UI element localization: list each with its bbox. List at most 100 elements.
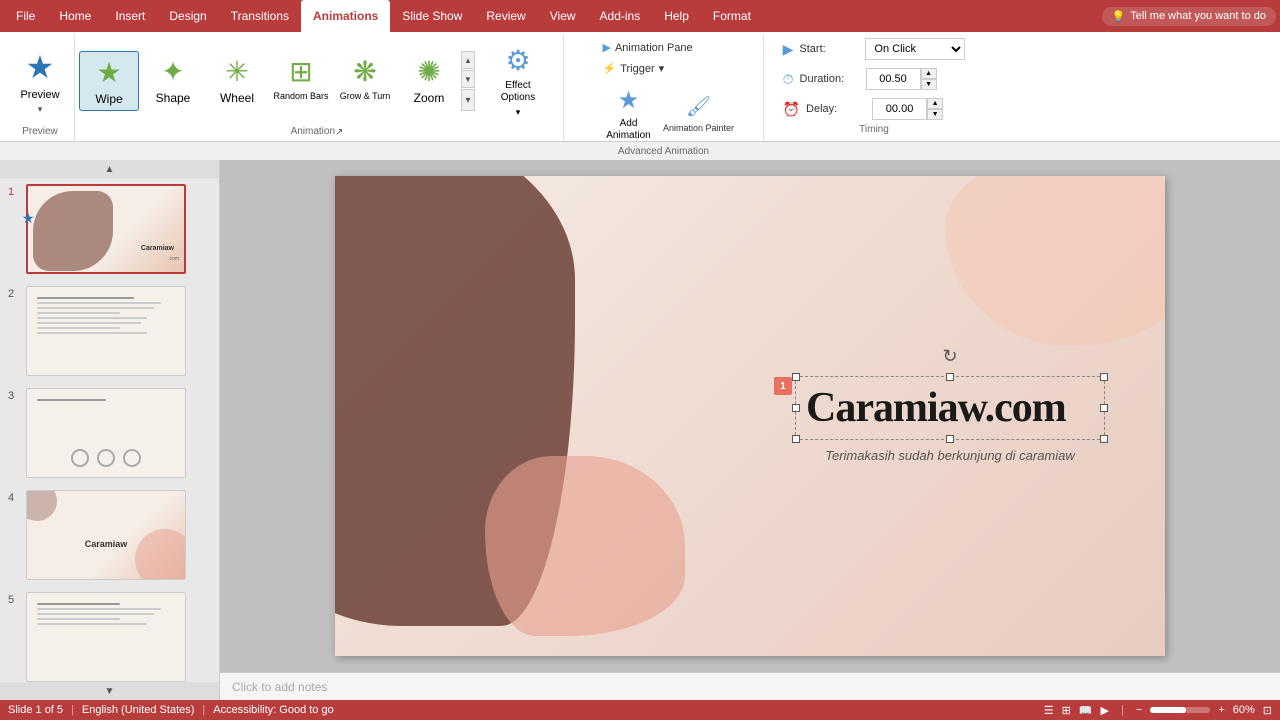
status-view-normal[interactable]: ☰: [1044, 704, 1054, 717]
animation-expand-icon[interactable]: ↗: [335, 127, 343, 138]
trigger-icon: ⚡: [603, 62, 617, 75]
animation-pane-button[interactable]: ▶ Animation Pane: [597, 38, 731, 57]
slide-num-1: 1: [8, 184, 20, 198]
delay-spin-up[interactable]: ▲: [927, 98, 943, 109]
slide-item-5[interactable]: 5: [0, 586, 219, 682]
handle-middle-left[interactable]: [792, 404, 800, 412]
timing-delay-input[interactable]: [872, 98, 927, 120]
tab-file[interactable]: File: [4, 0, 47, 32]
slide-canvas[interactable]: ↻ 1 Caramiaw.com: [335, 176, 1165, 656]
gallery-scroll-expand[interactable]: ▾: [461, 89, 475, 111]
slide-thumb-4: Caramiaw: [26, 490, 186, 580]
handle-bottom-middle[interactable]: [946, 435, 954, 443]
tab-home[interactable]: Home: [47, 0, 103, 32]
anim-label-shape: Shape: [156, 91, 191, 105]
group-label-preview: Preview: [22, 126, 58, 139]
slide-panel: ▲ 1 Caramiaw .com ★ 2: [0, 160, 220, 700]
status-fit-slide[interactable]: ⊡: [1263, 704, 1272, 717]
slide1-star-badge: ★: [22, 210, 35, 227]
delay-clock-icon: ⏰: [783, 101, 800, 118]
growturn-icon: ❋: [353, 55, 376, 88]
handle-middle-right[interactable]: [1100, 404, 1108, 412]
gallery-scroll-up[interactable]: ▲: [461, 51, 475, 69]
status-zoom-level: 60%: [1233, 704, 1255, 716]
slide-item-1[interactable]: 1 Caramiaw .com ★: [0, 178, 219, 280]
duration-spin-down[interactable]: ▼: [921, 79, 937, 90]
handle-bottom-right[interactable]: [1100, 435, 1108, 443]
handle-top-middle[interactable]: [946, 373, 954, 381]
preview-star-icon: ★: [26, 48, 55, 86]
thumb3-circle-1: [71, 449, 89, 467]
slide-main-title[interactable]: Caramiaw.com: [806, 387, 1094, 429]
duration-spin-up[interactable]: ▲: [921, 68, 937, 79]
slide-shape-pink: [485, 456, 685, 636]
preview-button[interactable]: ★ Preview ▾: [12, 44, 68, 119]
tab-slideshow[interactable]: Slide Show: [390, 0, 474, 32]
shape-icon: ✦: [161, 55, 184, 88]
tab-help[interactable]: Help: [652, 0, 701, 32]
ribbon-group-timing: ▶ Start: On Click With Previous After Pr…: [764, 34, 984, 141]
status-view-reading[interactable]: 📖: [1079, 704, 1093, 717]
ribbon-group-advanced: ▶ Animation Pane ⚡ Trigger ▾ ★ AddAnimat…: [564, 34, 764, 141]
anim-item-wipe[interactable]: ★ Wipe: [79, 51, 139, 111]
trigger-button[interactable]: ⚡ Trigger ▾: [597, 59, 731, 78]
canvas-column: ↻ 1 Caramiaw.com: [220, 160, 1280, 700]
handle-bottom-left[interactable]: [792, 435, 800, 443]
anim-item-growturn[interactable]: ❋ Grow & Turn: [335, 51, 395, 111]
slide-item-4[interactable]: 4 Caramiaw: [0, 484, 219, 586]
tab-format[interactable]: Format: [701, 0, 763, 32]
handle-top-left[interactable]: [792, 373, 800, 381]
tab-transitions[interactable]: Transitions: [219, 0, 301, 32]
slide1-title: Caramiaw: [141, 245, 174, 252]
selected-textbox[interactable]: ↻ 1 Caramiaw.com: [795, 376, 1105, 463]
status-zoom-in[interactable]: +: [1218, 704, 1224, 716]
slide-panel-scroll-down[interactable]: ▼: [0, 682, 219, 700]
group-label-advanced: Advanced Animation: [618, 146, 709, 159]
add-animation-label: AddAnimation: [606, 118, 650, 142]
anim-item-zoom[interactable]: ✺ Zoom: [399, 51, 459, 111]
animation-painter-button[interactable]: 🖌 Animation Painter: [667, 90, 731, 138]
effect-options-button[interactable]: ⚙ EffectOptions ▾: [483, 40, 553, 122]
canvas-wrapper[interactable]: ↻ 1 Caramiaw.com: [220, 160, 1280, 672]
tell-me-input[interactable]: 💡 Tell me what you want to do: [1102, 7, 1276, 26]
tab-insert[interactable]: Insert: [103, 0, 157, 32]
anim-item-randombars[interactable]: ⊞ Random Bars: [271, 51, 331, 111]
anim-label-randombars: Random Bars: [273, 91, 328, 101]
thumb4-text: Caramiaw: [85, 539, 128, 549]
wheel-icon: ✳: [225, 55, 248, 88]
slide-thumb-3: [26, 388, 186, 478]
timing-delay-label: Delay:: [806, 103, 866, 115]
zoom-slider[interactable]: [1150, 707, 1210, 713]
rotate-handle[interactable]: ↻: [942, 346, 957, 367]
timing-duration-input[interactable]: [866, 68, 921, 90]
animation-pane-icon: ▶: [603, 41, 611, 54]
tab-view[interactable]: View: [538, 0, 588, 32]
slide-num-3: 3: [8, 388, 20, 402]
slide-num-5: 5: [8, 592, 20, 606]
status-view-slide-sorter[interactable]: ⊞: [1062, 704, 1071, 717]
wipe-icon: ★: [96, 56, 121, 89]
timing-start-select[interactable]: On Click With Previous After Previous: [865, 38, 965, 60]
slide-item-3[interactable]: 3: [0, 382, 219, 484]
effect-options-label: EffectOptions: [501, 80, 535, 104]
trigger-arrow-icon: ▾: [659, 62, 665, 75]
status-view-slideshow[interactable]: ▶: [1101, 704, 1109, 717]
timing-duration-spinner: ▲ ▼: [866, 68, 937, 90]
anim-item-shape[interactable]: ✦ Shape: [143, 51, 203, 111]
status-zoom-out[interactable]: −: [1136, 704, 1142, 716]
handle-top-right[interactable]: [1100, 373, 1108, 381]
slide-sub-text[interactable]: Terimakasih sudah berkunjung di caramiaw: [795, 448, 1105, 463]
slide-panel-scroll-up[interactable]: ▲: [0, 160, 219, 178]
add-animation-button[interactable]: ★ AddAnimation: [597, 82, 661, 146]
tab-design[interactable]: Design: [157, 0, 218, 32]
tab-animations[interactable]: Animations: [301, 0, 390, 32]
anim-item-wheel[interactable]: ✳ Wheel: [207, 51, 267, 111]
slide-item-2[interactable]: 2: [0, 280, 219, 382]
notes-area[interactable]: Click to add notes: [220, 672, 1280, 700]
tab-review[interactable]: Review: [474, 0, 537, 32]
tab-addins[interactable]: Add-ins: [588, 0, 653, 32]
delay-spin-down[interactable]: ▼: [927, 109, 943, 120]
anim-label-wheel: Wheel: [220, 91, 254, 105]
gallery-scroll-down[interactable]: ▼: [461, 70, 475, 88]
anim-label-growturn: Grow & Turn: [340, 91, 391, 101]
